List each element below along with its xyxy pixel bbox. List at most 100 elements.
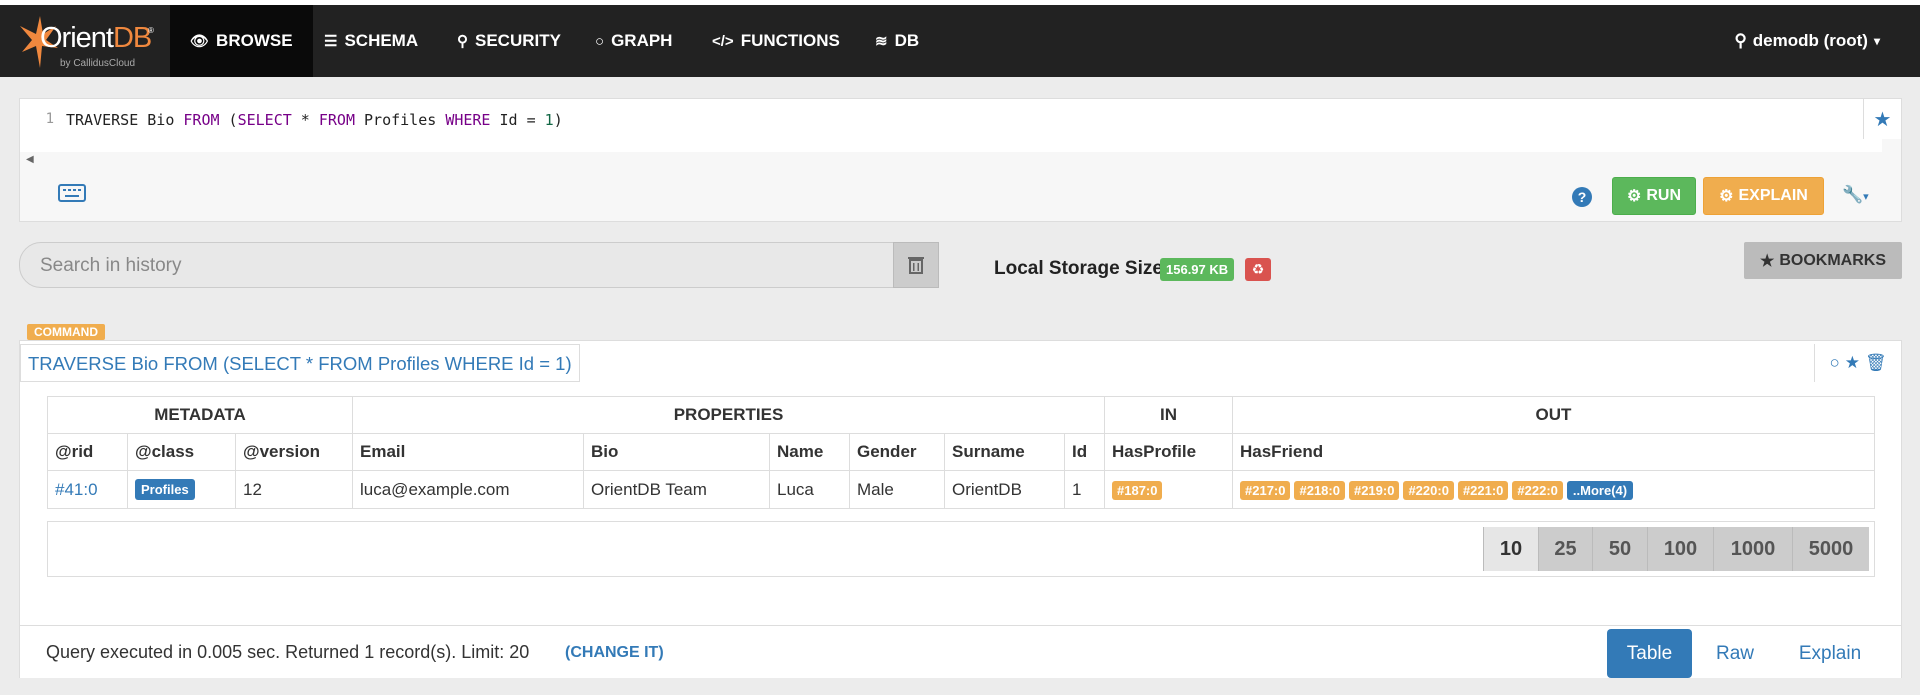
col-version[interactable]: @version: [235, 433, 353, 471]
cell-id: 1: [1064, 470, 1105, 509]
link-badge[interactable]: #218:0: [1294, 480, 1345, 500]
col-class[interactable]: @class: [127, 433, 236, 471]
brand-sub: by CallidusCloud: [60, 58, 136, 69]
query-status-text: Query executed in 0.005 sec. Returned 1 …: [46, 642, 530, 662]
clear-history-trash-icon[interactable]: [893, 242, 939, 288]
circle-icon: ○: [595, 32, 605, 50]
top-navbar: OrientDB ® by CallidusCloud 👁 BROWSE ☰ SCH…: [0, 0, 1920, 77]
cell-class: Profiles: [127, 470, 236, 509]
star-icon[interactable]: ★: [1845, 353, 1860, 373]
recycle-icon[interactable]: ♻: [1245, 258, 1271, 281]
link-badge[interactable]: #220:0: [1403, 480, 1454, 500]
orientdb-logo[interactable]: OrientDB ® by CallidusCloud: [18, 14, 154, 74]
col-surname[interactable]: Surname: [944, 433, 1065, 471]
view-tab-raw[interactable]: Raw: [1700, 629, 1770, 678]
group-properties: PROPERTIES: [352, 396, 1105, 434]
user-name: demodb (root): [1752, 31, 1868, 50]
cell-hasprofile: #187:0: [1104, 470, 1233, 509]
col-id[interactable]: Id: [1064, 433, 1105, 471]
query-editor-panel: 1 TRAVERSE Bio FROM (SELECT * FROM Profi…: [19, 98, 1902, 222]
results-table: METADATA PROPERTIES IN OUT @rid @class @…: [47, 396, 1875, 509]
gear-icon: ⚙: [1626, 188, 1642, 205]
help-icon[interactable]: ?: [1572, 187, 1592, 207]
page-size-10[interactable]: 10: [1483, 527, 1538, 571]
bookmark-star-icon[interactable]: ★: [1863, 99, 1901, 139]
scroll-left-arrow-icon[interactable]: ◀: [26, 154, 34, 165]
history-search-input[interactable]: Search in history: [19, 242, 894, 288]
database-icon: ≋: [875, 33, 888, 50]
group-out: OUT: [1232, 396, 1875, 434]
page-size-1000[interactable]: 1000: [1713, 527, 1792, 571]
page-size-25[interactable]: 25: [1538, 527, 1592, 571]
wrench-icon: 🔧: [1842, 185, 1864, 204]
link-badge[interactable]: #217:0: [1240, 480, 1291, 500]
run-button[interactable]: ⚙ RUN: [1612, 177, 1696, 215]
storage-size-badge: 156.97 KB: [1160, 258, 1235, 281]
registered-mark: ®: [148, 26, 154, 35]
nav-schema-label: SCHEMA: [344, 31, 419, 50]
result-panel: TRAVERSE Bio FROM (SELECT * FROM Profile…: [19, 340, 1902, 678]
nav-functions[interactable]: </> FUNCTIONS: [692, 5, 860, 77]
line-number: 1: [45, 111, 54, 127]
col-bio[interactable]: Bio: [583, 433, 770, 471]
table-column-header: @rid @class @version Email Bio Name Gend…: [47, 433, 1875, 471]
view-tab-explain[interactable]: Explain: [1780, 629, 1880, 678]
group-in: IN: [1104, 396, 1233, 434]
user-menu[interactable]: ⚲ demodb (root) ▾: [1734, 5, 1880, 77]
run-label: RUN: [1646, 187, 1681, 204]
result-query-title[interactable]: TRAVERSE Bio FROM (SELECT * FROM Profile…: [20, 344, 580, 382]
rid-link[interactable]: #41:0: [55, 480, 98, 499]
cell-version: 12: [235, 470, 353, 509]
view-tab-table[interactable]: Table: [1607, 629, 1692, 678]
code-icon: </>: [712, 32, 734, 50]
nav-schema[interactable]: ☰ SCHEMA: [304, 5, 438, 77]
cell-email: luca@example.com: [352, 470, 584, 509]
pagination-row: 10 25 50 100 1000 5000: [47, 521, 1875, 577]
bookmarks-label: BOOKMARKS: [1779, 251, 1886, 269]
nav-db-label: DB: [894, 31, 920, 50]
bookmarks-button[interactable]: ★ BOOKMARKS: [1744, 242, 1902, 279]
wrench-dropdown[interactable]: 🔧▾: [1842, 185, 1869, 205]
class-label[interactable]: Profiles: [135, 479, 195, 500]
col-hasprofile[interactable]: HasProfile: [1104, 433, 1233, 471]
query-text[interactable]: TRAVERSE Bio FROM (SELECT * FROM Profile…: [66, 111, 563, 129]
gears-icon: ⚙: [1719, 188, 1734, 205]
query-editor[interactable]: 1 TRAVERSE Bio FROM (SELECT * FROM Profi…: [20, 99, 1882, 152]
more-links-badge[interactable]: ..More(4): [1566, 480, 1634, 500]
link-badge[interactable]: #222:0: [1512, 480, 1563, 500]
col-hasfriend[interactable]: HasFriend: [1232, 433, 1875, 471]
change-limit-link[interactable]: (CHANGE IT): [565, 644, 664, 662]
local-storage-label: Local Storage Size: [994, 258, 1163, 279]
explain-button[interactable]: ⚙ EXPLAIN: [1703, 177, 1824, 215]
keyboard-icon[interactable]: [58, 183, 86, 208]
col-rid[interactable]: @rid: [47, 433, 128, 471]
page-size-50[interactable]: 50: [1592, 527, 1647, 571]
table-group-header: METADATA PROPERTIES IN OUT: [47, 396, 1875, 434]
nav-security[interactable]: ⚲ SECURITY: [437, 5, 581, 77]
command-badge: COMMAND: [27, 324, 105, 340]
col-email[interactable]: Email: [352, 433, 584, 471]
chevron-down-icon: ▾: [1873, 34, 1880, 48]
trash-icon[interactable]: 🗑: [1865, 353, 1887, 373]
nav-graph-label: GRAPH: [611, 31, 673, 50]
circle-icon[interactable]: ○: [1829, 353, 1839, 373]
nav-browse[interactable]: 👁 BROWSE: [170, 5, 313, 77]
link-badge[interactable]: #219:0: [1348, 480, 1400, 500]
cell-surname: OrientDB: [944, 470, 1065, 509]
star-icon: ★: [1759, 252, 1775, 270]
group-metadata: METADATA: [47, 396, 353, 434]
user-icon: ⚲: [457, 33, 468, 50]
link-badge[interactable]: #221:0: [1457, 480, 1509, 500]
nav-functions-label: FUNCTIONS: [740, 31, 840, 50]
link-badge[interactable]: #187:0: [1112, 480, 1163, 500]
page-size-100[interactable]: 100: [1647, 527, 1713, 571]
nav-security-label: SECURITY: [475, 31, 561, 50]
nav-graph[interactable]: ○ GRAPH: [575, 5, 692, 77]
col-name[interactable]: Name: [769, 433, 850, 471]
table-icon: ☰: [324, 33, 338, 50]
page-size-5000[interactable]: 5000: [1792, 527, 1869, 571]
brand-name: OrientDB: [40, 22, 152, 54]
nav-db[interactable]: ≋ DB: [855, 5, 939, 77]
cell-bio: OrientDB Team: [583, 470, 770, 509]
col-gender[interactable]: Gender: [849, 433, 945, 471]
